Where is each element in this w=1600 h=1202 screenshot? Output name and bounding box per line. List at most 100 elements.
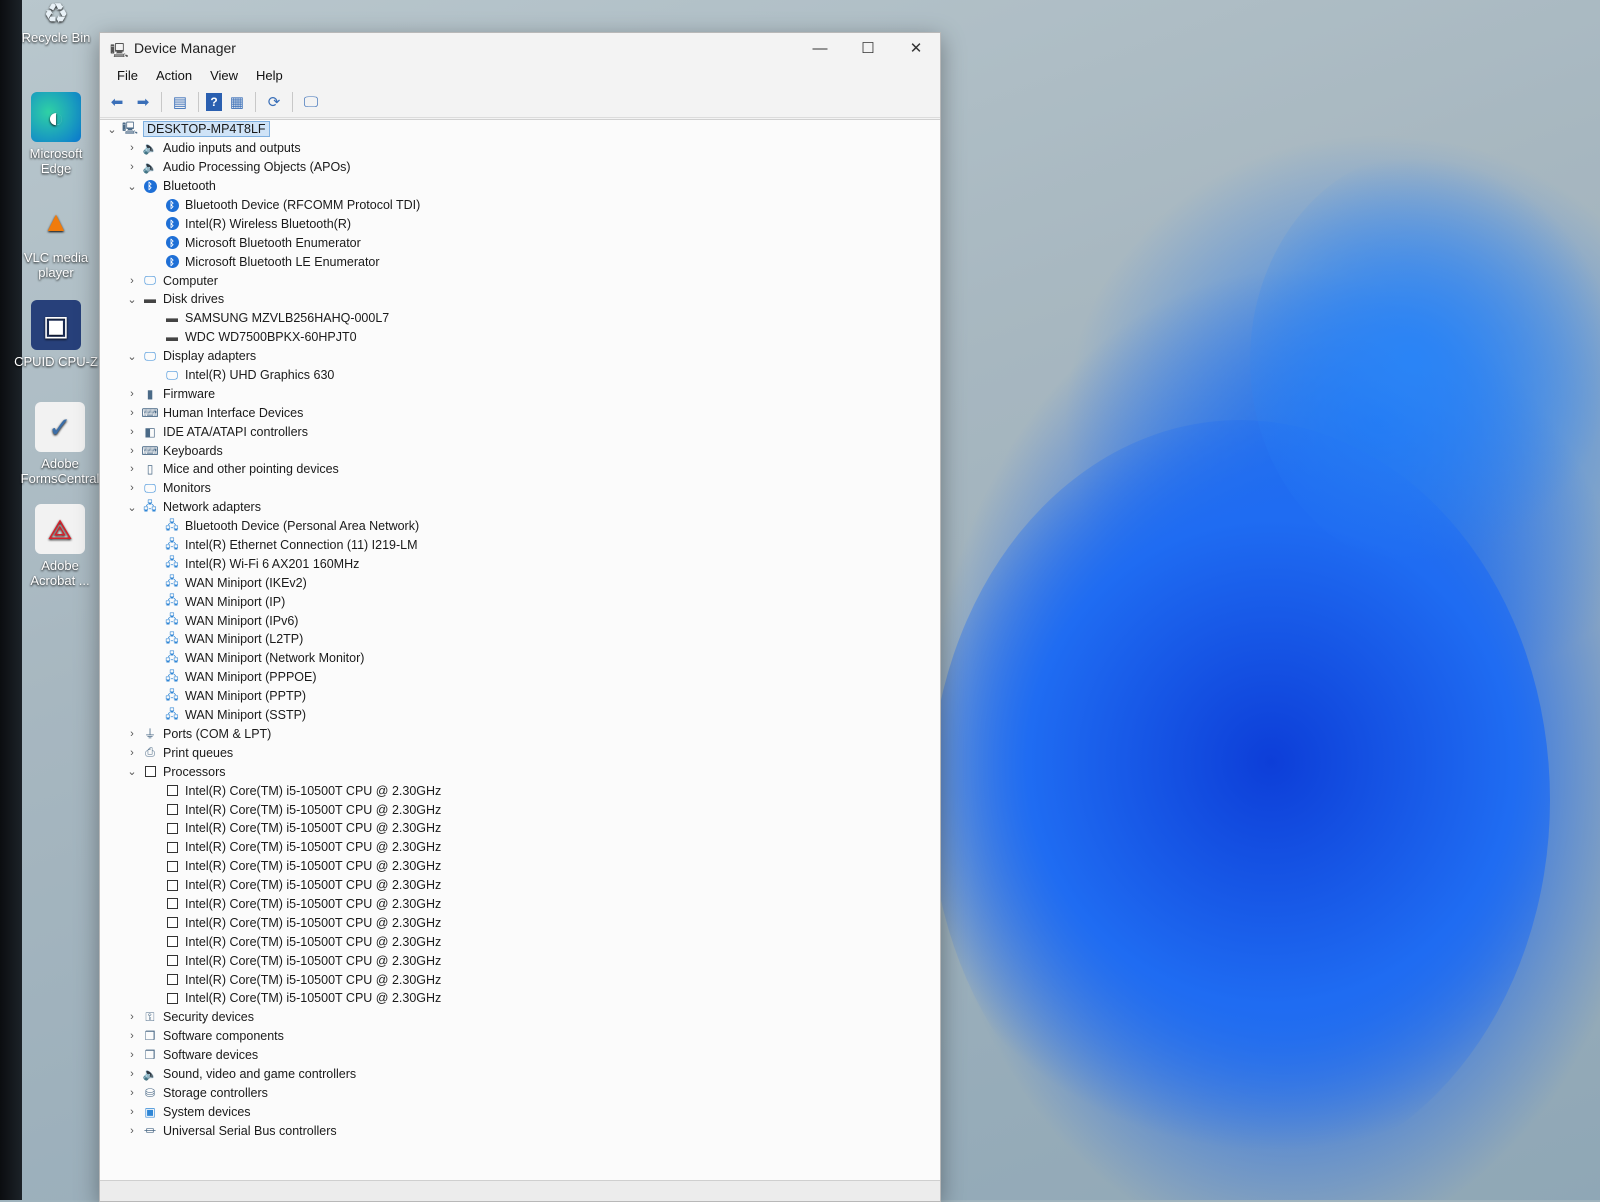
device-tree[interactable]: ⌄ 🖳 DESKTOP-MP4T8LF › 🔈 Audio inputs and o… bbox=[100, 119, 940, 1201]
tree-category[interactable]: › ▮ Firmware bbox=[100, 384, 940, 403]
tree-device[interactable]: Intel(R) Core(TM) i5-10500T CPU @ 2.30GH… bbox=[100, 781, 940, 800]
tree-device[interactable]: Intel(R) Core(TM) i5-10500T CPU @ 2.30GH… bbox=[100, 819, 940, 838]
chevron-right-icon[interactable]: › bbox=[124, 275, 140, 287]
menu-help[interactable]: Help bbox=[247, 65, 292, 86]
tree-device[interactable]: 🖧 WAN Miniport (IPv6) bbox=[100, 611, 940, 630]
chevron-right-icon[interactable]: › bbox=[124, 463, 140, 475]
minimize-button[interactable]: — bbox=[796, 33, 844, 63]
chevron-right-icon[interactable]: › bbox=[124, 1011, 140, 1023]
chevron-right-icon[interactable]: › bbox=[124, 445, 140, 457]
tree-device[interactable]: Intel(R) Core(TM) i5-10500T CPU @ 2.30GH… bbox=[100, 989, 940, 1008]
tree-device[interactable]: ᛒ Bluetooth Device (RFCOMM Protocol TDI) bbox=[100, 196, 940, 215]
chevron-right-icon[interactable]: › bbox=[124, 1087, 140, 1099]
tree-device[interactable]: 🖧 WAN Miniport (SSTP) bbox=[100, 706, 940, 725]
tree-category[interactable]: ⌄ 🖵 Display adapters bbox=[100, 347, 940, 366]
chevron-right-icon[interactable]: › bbox=[124, 142, 140, 154]
tree-device[interactable]: 🖧 WAN Miniport (PPPOE) bbox=[100, 668, 940, 687]
menu-view[interactable]: View bbox=[201, 65, 247, 86]
chevron-down-icon[interactable]: ⌄ bbox=[124, 501, 140, 514]
tree-device[interactable]: Intel(R) Core(TM) i5-10500T CPU @ 2.30GH… bbox=[100, 876, 940, 895]
chevron-right-icon[interactable]: › bbox=[124, 407, 140, 419]
tree-device[interactable]: Intel(R) Core(TM) i5-10500T CPU @ 2.30GH… bbox=[100, 970, 940, 989]
tree-device[interactable]: 🖵 Intel(R) UHD Graphics 630 bbox=[100, 366, 940, 385]
menu-file[interactable]: File bbox=[108, 65, 147, 86]
chevron-right-icon[interactable]: › bbox=[124, 1030, 140, 1042]
tree-category[interactable]: ⌄ 🖧 Network adapters bbox=[100, 498, 940, 517]
maximize-button[interactable]: ☐ bbox=[844, 33, 892, 63]
close-button[interactable]: ✕ bbox=[892, 33, 940, 63]
tree-category[interactable]: › ▯ Mice and other pointing devices bbox=[100, 460, 940, 479]
chevron-right-icon[interactable]: › bbox=[124, 1125, 140, 1137]
tree-category[interactable]: › ❒ Software components bbox=[100, 1027, 940, 1046]
chevron-right-icon[interactable]: › bbox=[124, 161, 140, 173]
tree-category[interactable]: › ⏛ Universal Serial Bus controllers bbox=[100, 1121, 940, 1140]
device-manager-window[interactable]: 🖳 Device Manager — ☐ ✕ File Action View … bbox=[99, 32, 941, 1202]
tree-device[interactable]: ▬ WDC WD7500BPKX-60HPJT0 bbox=[100, 328, 940, 347]
tree-category[interactable]: ⌄ ᛒ Bluetooth bbox=[100, 177, 940, 196]
chevron-right-icon[interactable]: › bbox=[124, 728, 140, 740]
menu-action[interactable]: Action bbox=[147, 65, 201, 86]
desktop-icon-edge[interactable]: ◐ Microsoft Edge bbox=[14, 92, 98, 176]
tree-device[interactable]: 🖧 Intel(R) Ethernet Connection (11) I219-… bbox=[100, 536, 940, 555]
chevron-right-icon[interactable]: › bbox=[124, 388, 140, 400]
tree-category[interactable]: ⌄ ▬ Disk drives bbox=[100, 290, 940, 309]
tree-category[interactable]: › ⌨ Human Interface Devices bbox=[100, 403, 940, 422]
tree-device[interactable]: ᛒ Intel(R) Wireless Bluetooth(R) bbox=[100, 214, 940, 233]
chevron-down-icon[interactable]: ⌄ bbox=[124, 765, 140, 778]
tree-device[interactable]: Intel(R) Core(TM) i5-10500T CPU @ 2.30GH… bbox=[100, 951, 940, 970]
tree-device[interactable]: 🖧 WAN Miniport (IKEv2) bbox=[100, 573, 940, 592]
back-arrow-icon[interactable]: ⬅ bbox=[106, 91, 128, 113]
title-bar[interactable]: 🖳 Device Manager — ☐ ✕ bbox=[100, 33, 940, 63]
tree-category[interactable]: ⌄ Processors bbox=[100, 762, 940, 781]
properties-icon[interactable]: ▤ bbox=[169, 91, 191, 113]
scan-hardware-icon[interactable]: ⟳ bbox=[263, 91, 285, 113]
tree-category[interactable]: › ⏚ Ports (COM & LPT) bbox=[100, 725, 940, 744]
tree-category[interactable]: › ⌨ Keyboards bbox=[100, 441, 940, 460]
tree-device[interactable]: Intel(R) Core(TM) i5-10500T CPU @ 2.30GH… bbox=[100, 932, 940, 951]
tree-device[interactable]: 🖧 WAN Miniport (L2TP) bbox=[100, 630, 940, 649]
help-icon[interactable]: ? bbox=[206, 93, 222, 111]
tree-device[interactable]: 🖧 WAN Miniport (Network Monitor) bbox=[100, 649, 940, 668]
tree-category[interactable]: › ⛁ Storage controllers bbox=[100, 1083, 940, 1102]
tree-device[interactable]: ᛒ Microsoft Bluetooth Enumerator bbox=[100, 233, 940, 252]
forward-arrow-icon[interactable]: ➡ bbox=[132, 91, 154, 113]
tree-category[interactable]: › ⚿ Security devices bbox=[100, 1008, 940, 1027]
tree-category[interactable]: › ▣ System devices bbox=[100, 1102, 940, 1121]
tree-category[interactable]: › ❒ Software devices bbox=[100, 1046, 940, 1065]
desktop-icon-formscentral[interactable]: ✓ Adobe FormsCentral bbox=[18, 402, 102, 486]
chevron-down-icon[interactable]: ⌄ bbox=[124, 350, 140, 363]
chevron-right-icon[interactable]: › bbox=[124, 1106, 140, 1118]
tree-device[interactable]: 🖧 Bluetooth Device (Personal Area Network… bbox=[100, 517, 940, 536]
tree-device[interactable]: Intel(R) Core(TM) i5-10500T CPU @ 2.30GH… bbox=[100, 857, 940, 876]
tree-category[interactable]: › 🖵 Monitors bbox=[100, 479, 940, 498]
tree-category[interactable]: › ⎙ Print queues bbox=[100, 743, 940, 762]
tree-device[interactable]: Intel(R) Core(TM) i5-10500T CPU @ 2.30GH… bbox=[100, 895, 940, 914]
tree-device[interactable]: Intel(R) Core(TM) i5-10500T CPU @ 2.30GH… bbox=[100, 913, 940, 932]
chevron-right-icon[interactable]: › bbox=[124, 482, 140, 494]
tree-category[interactable]: › 🔈 Sound, video and game controllers bbox=[100, 1065, 940, 1084]
show-hidden-icon[interactable]: ▦ bbox=[226, 91, 248, 113]
desktop-icon-acrobat[interactable]: ⟁ Adobe Acrobat ... bbox=[18, 504, 102, 588]
tree-device[interactable]: ᛒ Microsoft Bluetooth LE Enumerator bbox=[100, 252, 940, 271]
desktop-icon-vlc[interactable]: ▲ VLC media player bbox=[14, 196, 98, 280]
tree-category[interactable]: › 🖵 Computer bbox=[100, 271, 940, 290]
tree-device[interactable]: 🖧 WAN Miniport (PPTP) bbox=[100, 687, 940, 706]
tree-category[interactable]: › 🔈 Audio inputs and outputs bbox=[100, 139, 940, 158]
chevron-right-icon[interactable]: › bbox=[124, 426, 140, 438]
chevron-right-icon[interactable]: › bbox=[124, 1068, 140, 1080]
tree-device[interactable]: ▬ SAMSUNG MZVLB256HAHQ-000L7 bbox=[100, 309, 940, 328]
tree-device[interactable]: 🖧 Intel(R) Wi-Fi 6 AX201 160MHz bbox=[100, 554, 940, 573]
monitor-icon[interactable]: 🖵 bbox=[300, 91, 322, 113]
chevron-down-icon[interactable]: ⌄ bbox=[104, 123, 120, 136]
tree-category[interactable]: › ◧ IDE ATA/ATAPI controllers bbox=[100, 422, 940, 441]
tree-category[interactable]: › 🔈 Audio Processing Objects (APOs) bbox=[100, 158, 940, 177]
chevron-right-icon[interactable]: › bbox=[124, 747, 140, 759]
tree-device[interactable]: Intel(R) Core(TM) i5-10500T CPU @ 2.30GH… bbox=[100, 838, 940, 857]
desktop-icon-cpuz[interactable]: ▣ CPUID CPU-Z bbox=[14, 300, 98, 369]
chevron-right-icon[interactable]: › bbox=[124, 1049, 140, 1061]
tree-device[interactable]: 🖧 WAN Miniport (IP) bbox=[100, 592, 940, 611]
tree-root[interactable]: ⌄ 🖳 DESKTOP-MP4T8LF bbox=[100, 120, 940, 139]
chevron-down-icon[interactable]: ⌄ bbox=[124, 293, 140, 306]
desktop-icon-recycle-bin[interactable]: ♻ Recycle Bin bbox=[14, 0, 98, 45]
tree-device[interactable]: Intel(R) Core(TM) i5-10500T CPU @ 2.30GH… bbox=[100, 800, 940, 819]
